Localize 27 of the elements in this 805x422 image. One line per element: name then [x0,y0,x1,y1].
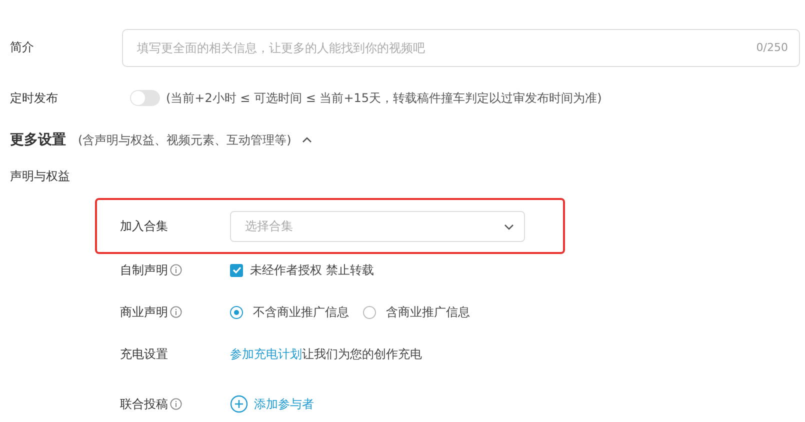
field-label: 自制声明 [120,262,168,278]
radio-button[interactable] [230,306,243,318]
option-label: 含商业推广信息 [386,304,470,320]
info-icon[interactable] [170,398,182,410]
collection-select[interactable]: 选择合集 [230,210,525,242]
character-counter: 0/250 [756,41,788,54]
toggle-switch[interactable] [130,90,160,106]
join-link[interactable]: 参加充电计划 [230,346,302,360]
section-label: 声明与权益 [10,168,71,184]
field-label: 加入合集 [120,218,169,234]
plus-circle-icon [230,395,248,413]
field-label: 简介 [10,39,35,56]
checkbox[interactable] [230,264,243,276]
option-label: 不含商业推广信息 [253,304,349,320]
info-icon[interactable] [170,306,182,318]
add-participant-button[interactable]: 添加参与者 [230,395,314,413]
field-label: 充电设置 [120,346,168,362]
charge-text: 参加充电计划让我们为您的创作充电 [230,346,422,362]
hint-text: (当前+2小时 ≤ 可选时间 ≤ 当前+15天，转载稿件撞车判定以过审发布时间为准) [166,90,602,106]
radio-button[interactable] [363,306,376,318]
field-label: 商业声明 [120,304,168,320]
hint-text: (含声明与权益、视频元素、互动管理等) [78,132,292,148]
option-label: 未经作者授权 禁止转载 [250,262,374,278]
field-label: 联合投稿 [120,396,168,412]
section-title: 更多设置 [10,131,66,149]
field-label: 定时发布 [10,90,59,106]
info-icon[interactable] [170,264,182,276]
